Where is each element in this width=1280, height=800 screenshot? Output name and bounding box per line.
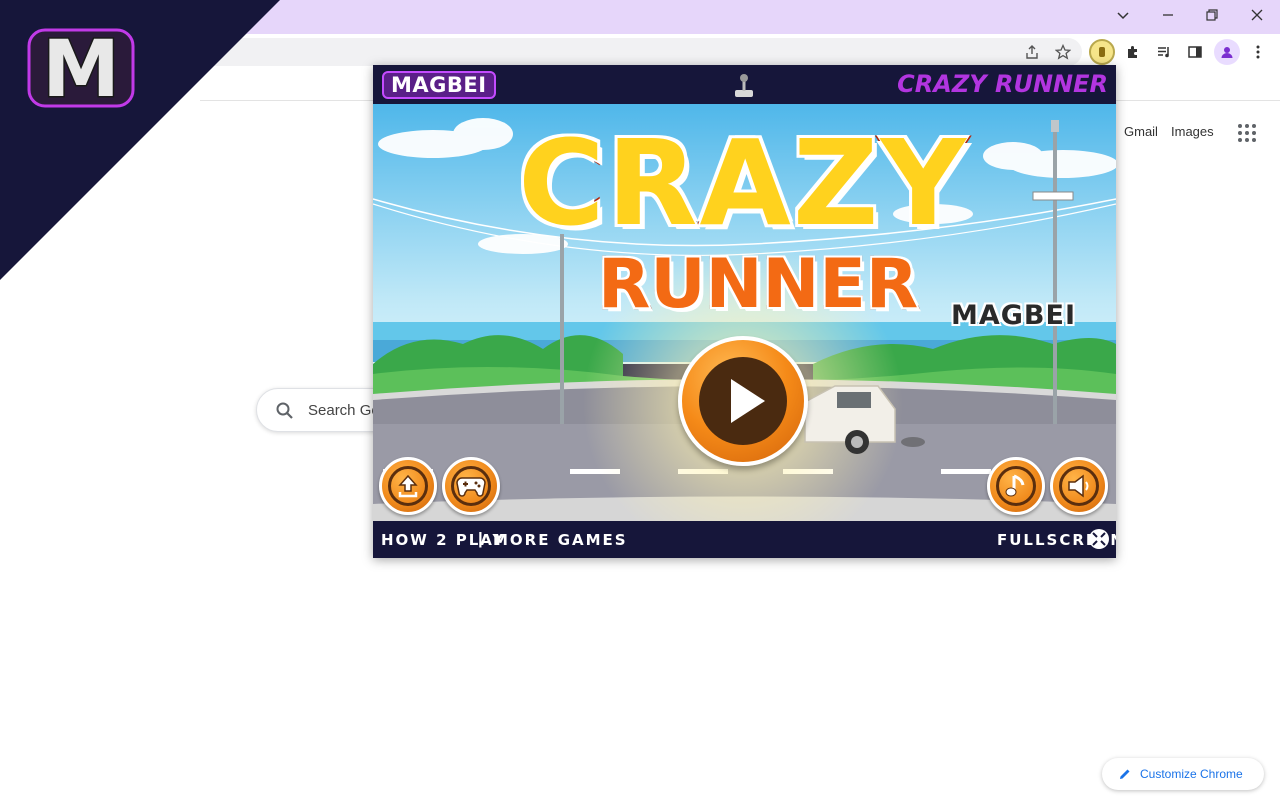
share-button[interactable] [379, 457, 437, 515]
share-upload-icon [388, 466, 428, 506]
magbei-logo-icon: M [27, 24, 135, 117]
profile-icon[interactable] [1214, 39, 1240, 65]
title-runner: RUNNER [596, 243, 920, 326]
header-brand[interactable]: MAGBEI [382, 71, 496, 99]
more-games-link[interactable]: MORE GAMES [493, 531, 628, 549]
star-icon[interactable] [1050, 39, 1076, 65]
minimize-icon[interactable] [1146, 0, 1190, 30]
music-button[interactable] [987, 457, 1045, 515]
sound-icon [1059, 466, 1099, 506]
footer-separator: | [478, 529, 483, 548]
how-to-play-link[interactable]: HOW 2 PLAY [381, 531, 505, 549]
music-icon [996, 466, 1036, 506]
puzzle-icon[interactable] [1120, 39, 1146, 65]
header-game-title: CRAZY RUNNER [897, 70, 1108, 98]
search-placeholder: Search Go [308, 402, 380, 419]
customize-chrome-label: Customize Chrome [1140, 767, 1243, 781]
customize-chrome-button[interactable]: Customize Chrome [1102, 758, 1264, 790]
gamepad-icon [451, 466, 491, 506]
screen: Gmail Images Search Go Customize Chrome … [0, 0, 1280, 800]
menu-icon[interactable] [1245, 39, 1271, 65]
media-icon[interactable] [1151, 39, 1177, 65]
play-icon [699, 357, 787, 445]
game-footer: HOW 2 PLAY | MORE GAMES FULLSCREEN [373, 521, 1116, 558]
game-popup: MAGBEI CRAZY RUNNER CRAZY RUNNER MAGBEI … [373, 65, 1116, 558]
chevron-down-icon[interactable] [1101, 0, 1145, 30]
extension-active-icon[interactable] [1089, 39, 1115, 65]
title-crazy: CRAZY [516, 112, 969, 255]
brand-corner: M [0, 0, 280, 280]
search-icon [276, 402, 293, 419]
address-bar[interactable] [150, 38, 1082, 66]
fullscreen-icon[interactable] [1088, 528, 1110, 550]
gmail-link[interactable]: Gmail [1124, 124, 1158, 139]
game-scene[interactable]: CRAZY RUNNER MAGBEI [373, 104, 1116, 521]
scene-brand: MAGBEI [951, 300, 1076, 332]
more-games-button[interactable] [442, 457, 500, 515]
game-header: MAGBEI CRAZY RUNNER [373, 65, 1116, 104]
corner-letter: M [42, 25, 120, 115]
apps-grid-icon[interactable] [1238, 124, 1256, 142]
images-link[interactable]: Images [1171, 124, 1214, 139]
sound-button[interactable] [1050, 457, 1108, 515]
play-button[interactable] [678, 336, 808, 466]
joystick-icon [735, 74, 753, 97]
share-icon[interactable] [1019, 39, 1045, 65]
restore-icon[interactable] [1190, 0, 1234, 30]
pencil-icon [1120, 769, 1130, 779]
side-panel-icon[interactable] [1182, 39, 1208, 65]
close-icon[interactable] [1235, 0, 1279, 30]
